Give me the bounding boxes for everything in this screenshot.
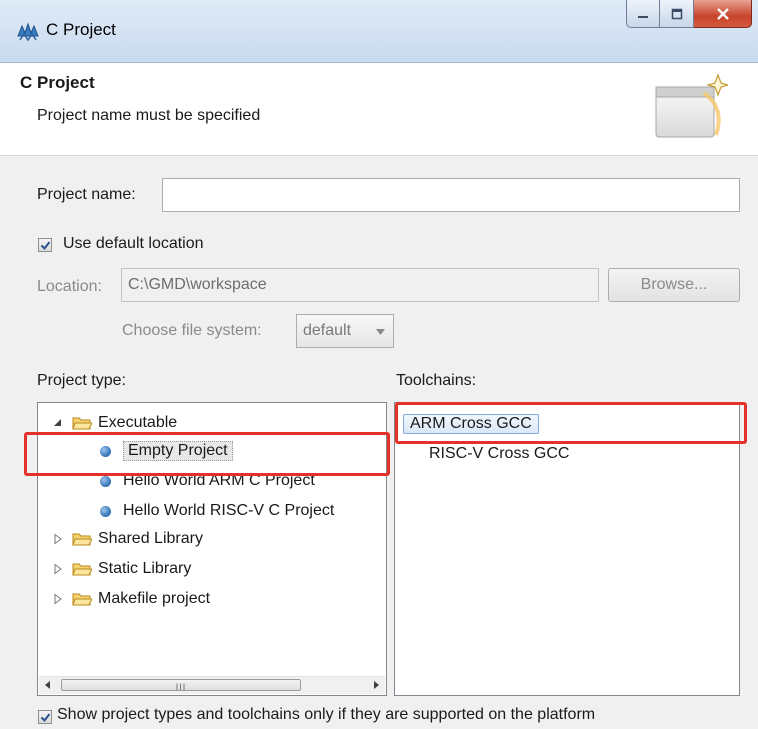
highlight-box-arm-cross-gcc xyxy=(395,402,747,444)
toolchain-item-riscv[interactable]: RISC-V Cross GCC xyxy=(429,440,569,468)
wizard-header: C Project Project name must be specified xyxy=(0,63,758,156)
toolchains-label: Toolchains: xyxy=(396,372,477,389)
checkmark-icon xyxy=(40,713,51,723)
minimize-button[interactable] xyxy=(626,0,660,28)
scroll-left-icon[interactable] xyxy=(45,681,50,689)
location-input[interactable] xyxy=(121,268,599,302)
use-default-location-label: Use default location xyxy=(63,235,204,252)
tree-item-label: Executable xyxy=(98,414,178,431)
tree-item-static-library[interactable]: Static Library xyxy=(52,555,191,583)
tree-item-label: Static Library xyxy=(98,560,192,577)
window-controls xyxy=(626,0,752,34)
new-window-wizard-icon xyxy=(655,73,728,138)
project-name-label: Project name: xyxy=(37,186,136,204)
chevron-down-icon xyxy=(376,329,385,335)
scrollbar-thumb[interactable]: III xyxy=(61,679,301,692)
open-folder-icon xyxy=(72,563,92,576)
toolchain-item-label: RISC-V Cross GCC xyxy=(429,445,570,462)
error-message: Project name must be specified xyxy=(37,107,261,124)
toolchains-list[interactable]: ARM Cross GCC RISC-V Cross GCC xyxy=(394,402,740,696)
show-supported-label: Show project types and toolchains only i… xyxy=(57,706,596,723)
scrollbar-grip: III xyxy=(175,682,187,692)
project-name-label-text: Project name: xyxy=(37,186,136,203)
collapsed-arrow-icon xyxy=(54,593,62,605)
tree-item-label: Hello World RISC-V C Project xyxy=(123,502,335,519)
file-system-select[interactable]: default xyxy=(296,314,394,348)
file-system-label: Choose file system: xyxy=(122,322,262,339)
location-label: Location: xyxy=(37,278,102,295)
open-folder-icon xyxy=(72,533,92,546)
scroll-right-icon[interactable] xyxy=(374,681,379,689)
c-project-dialog: C Project C Project Project name must be… xyxy=(0,0,758,729)
project-type-label: Project type: xyxy=(37,372,126,389)
project-name-input[interactable] xyxy=(162,178,740,212)
project-template-icon xyxy=(100,475,111,487)
use-default-location-checkbox[interactable] xyxy=(38,238,52,252)
highlight-box-empty-project xyxy=(24,432,390,476)
window-title: C Project xyxy=(46,20,116,39)
tree-item-label: Shared Library xyxy=(98,530,203,547)
open-folder-icon xyxy=(72,417,92,430)
horizontal-scrollbar[interactable]: III xyxy=(39,676,385,694)
checkmark-icon xyxy=(40,241,51,251)
tree-item-shared-library[interactable]: Shared Library xyxy=(52,525,203,553)
collapsed-arrow-icon xyxy=(54,533,62,545)
maximize-button[interactable] xyxy=(660,0,694,28)
minimize-icon xyxy=(638,15,648,18)
collapsed-arrow-icon xyxy=(54,563,62,575)
browse-button[interactable]: Browse... xyxy=(608,268,740,302)
close-icon xyxy=(716,7,729,20)
tree-item-label: Makefile project xyxy=(98,590,211,607)
show-supported-checkbox[interactable] xyxy=(38,710,52,724)
file-system-value: default xyxy=(303,322,352,339)
expanded-arrow-icon xyxy=(54,419,61,426)
title-bar: C Project xyxy=(0,0,758,63)
project-template-icon xyxy=(100,505,111,517)
tree-item-makefile-project[interactable]: Makefile project xyxy=(52,585,210,613)
maximize-icon xyxy=(671,8,682,19)
tree-item-hello-world-riscv[interactable]: Hello World RISC-V C Project xyxy=(100,497,334,525)
eclipse-wizard-icon xyxy=(17,22,39,42)
close-button[interactable] xyxy=(694,0,752,28)
open-folder-icon xyxy=(72,593,92,606)
page-title: C Project xyxy=(20,73,95,92)
